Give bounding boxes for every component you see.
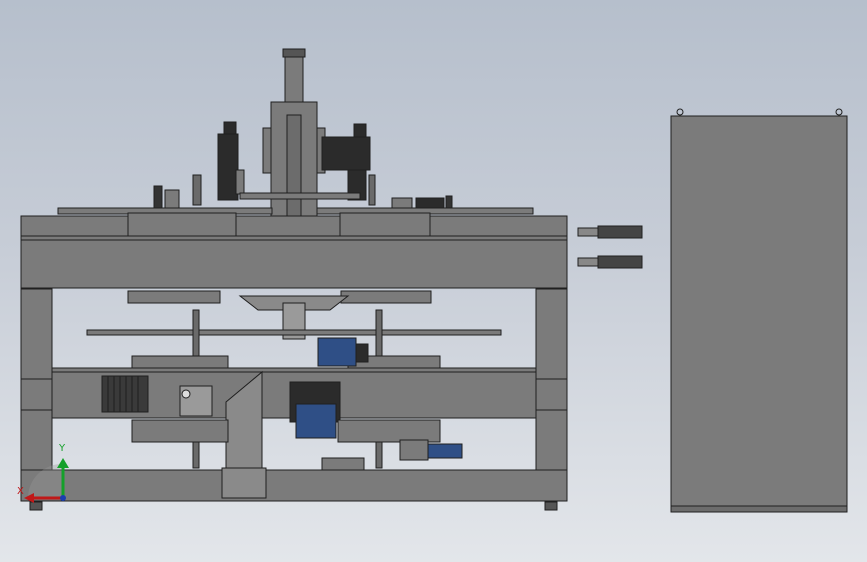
upper-mid-motor-tail [355,343,369,363]
upper-mid-motor [317,337,357,367]
left-guide-rod [192,174,202,206]
left-actuator-top [223,121,237,135]
rod-left-2 [192,441,200,469]
right-motor-cap [353,123,367,138]
lower-plate-right [337,419,441,443]
cable-connector-lower [577,255,643,269]
horizontal-rail [86,329,502,336]
top-beam-block-right [339,212,431,238]
right-motor-body [321,136,371,171]
left-actuator-mount [235,169,245,195]
under-plate-left [127,290,221,304]
lower-box [399,439,429,461]
cad-viewport[interactable]: Y X [0,0,867,562]
base-stand-left [221,467,267,499]
foot-left [29,501,43,511]
column-slot [286,114,302,226]
top-cylinder-cap [282,48,306,58]
rod-right-2 [375,441,383,469]
mid-plate-left [131,355,229,369]
right-guide-rod [368,174,376,206]
upper-frame-beam [20,235,568,289]
center-foot [321,457,365,471]
top-beam [20,215,568,237]
base-beam [20,469,568,502]
cabinet-base [670,505,848,513]
under-plate-right [340,290,432,304]
terminal-block [101,375,149,413]
air-gauge [181,389,191,399]
lower-plate-left [131,419,229,443]
right-leg [535,288,568,502]
lower-sensor [427,443,463,459]
electrical-cabinet [670,115,848,507]
triad-y-arrow [57,458,69,468]
triad-z-origin [60,495,66,501]
foot-right [544,501,558,511]
top-cylinder [284,56,304,103]
cabinet-lift-eye-left [676,108,684,116]
column-bracket-left [262,127,272,174]
cabinet-lift-eye-right [835,108,843,116]
machine-assembly-model[interactable] [0,0,867,562]
left-sensor-post [153,185,163,209]
left-actuator-body [217,133,239,201]
crossbar-upper [239,192,361,200]
triad-y-label: Y [59,443,66,454]
top-beam-block-left [127,212,237,238]
triad-x-label: X [17,486,24,497]
cable-connector-upper [577,225,643,239]
drive-motor [295,403,337,439]
